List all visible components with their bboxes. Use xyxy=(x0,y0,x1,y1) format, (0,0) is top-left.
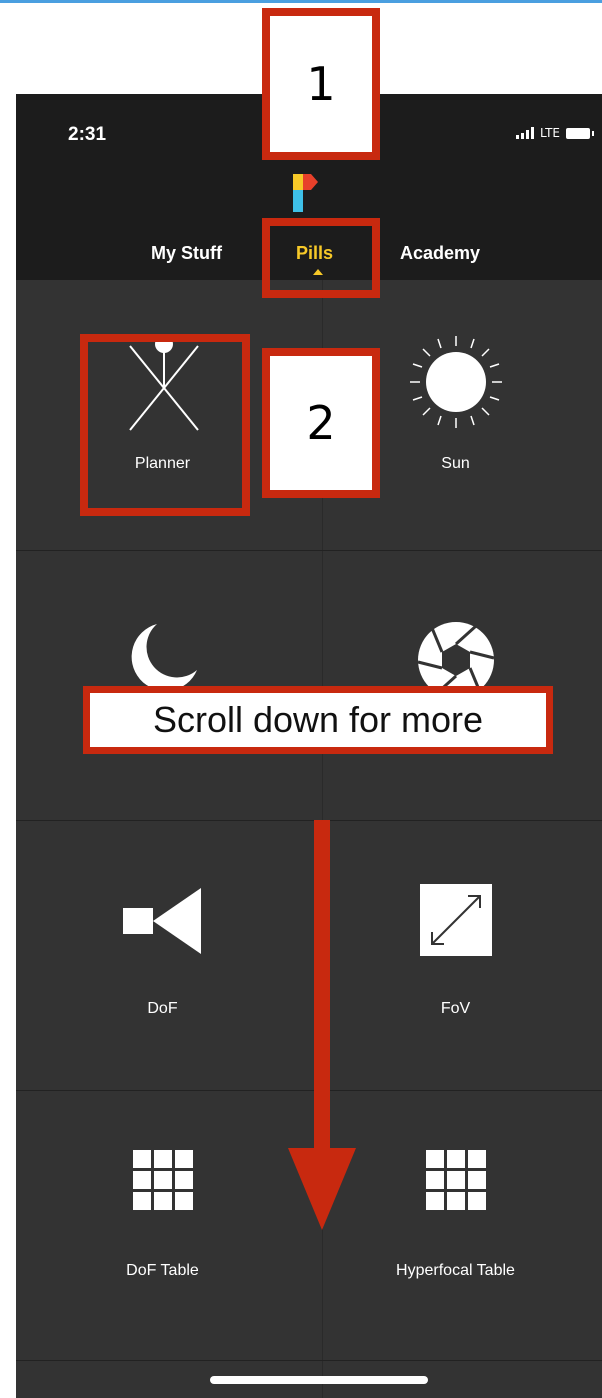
tab-academy[interactable]: Academy xyxy=(400,243,480,264)
annotation-marker-2: 2 xyxy=(262,348,380,498)
grid-icon xyxy=(132,1150,193,1210)
pill-dof-table[interactable]: DoF Table xyxy=(16,1090,309,1350)
network-type: LTE xyxy=(540,126,560,140)
pill-moon[interactable]: Moon xyxy=(16,550,309,810)
annotation-pills-highlight xyxy=(262,218,380,298)
scroll-down-arrow-icon xyxy=(288,1148,356,1230)
pill-fov[interactable]: FoV xyxy=(309,820,602,1080)
pill-label: DoF Table xyxy=(126,1262,199,1279)
pill-label: DoF xyxy=(147,1000,178,1017)
pill-row-3: DoF FoV xyxy=(16,820,602,1091)
top-border xyxy=(0,0,602,3)
scroll-hint-callout: Scroll down for more xyxy=(83,686,553,754)
status-indicators: LTE xyxy=(516,126,594,140)
annotation-marker-1: 1 xyxy=(262,8,380,160)
pill-label: FoV xyxy=(440,1000,471,1017)
signal-icon xyxy=(516,127,535,139)
dof-icon xyxy=(122,888,201,954)
scroll-arrow-shaft xyxy=(314,820,330,1148)
status-time: 2:31 xyxy=(68,124,107,145)
sun-icon xyxy=(409,336,502,428)
home-indicator[interactable] xyxy=(210,1376,428,1384)
pill-exposure[interactable]: Exposure xyxy=(309,550,602,810)
app-logo-icon xyxy=(293,174,318,212)
tab-my-stuff[interactable]: My Stuff xyxy=(151,243,222,264)
pill-dof[interactable]: DoF xyxy=(16,820,309,1080)
grid-icon xyxy=(425,1150,486,1210)
fov-icon xyxy=(419,884,492,956)
battery-icon xyxy=(566,127,594,139)
annotation-planner-highlight xyxy=(80,334,250,516)
pill-label: Hyperfocal Table xyxy=(396,1262,515,1279)
